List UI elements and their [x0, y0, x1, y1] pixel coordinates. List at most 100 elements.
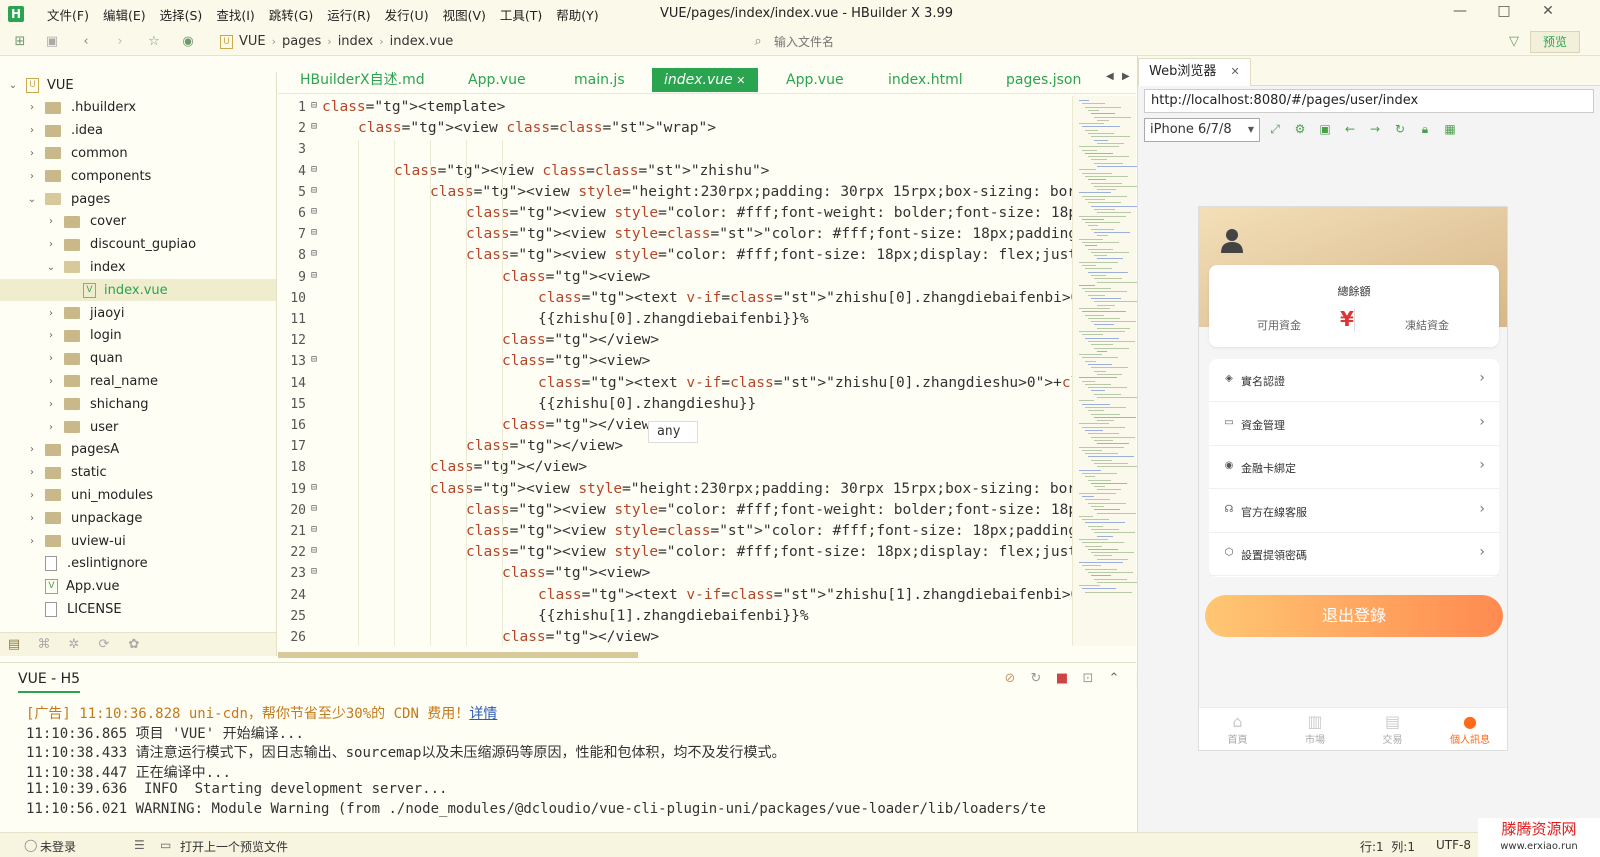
run-icon[interactable]: ◉ [180, 34, 196, 50]
logout-button[interactable]: 退出登錄 [1205, 595, 1503, 637]
breadcrumb-item[interactable]: index.vue [390, 34, 454, 49]
filter-icon[interactable]: ▽ [1506, 34, 1522, 50]
bug-icon[interactable]: ✲ [66, 637, 82, 653]
menu-item[interactable]: 编辑(E) [96, 5, 153, 24]
fold-toggle-icon[interactable]: ⊟ [311, 354, 317, 365]
breadcrumb-item[interactable]: VUE [239, 34, 266, 49]
tree-item[interactable]: › common [0, 142, 276, 164]
code-line[interactable]: class="tg"><view style=class="st">"color… [322, 226, 1072, 242]
code-line[interactable]: class="tg"><view style="color: #fff;font… [322, 205, 1072, 221]
code-line[interactable]: class="tg"><view style=class="st">"color… [322, 523, 1072, 539]
code-line[interactable]: class="tg"><view> [322, 565, 650, 581]
terminate-icon[interactable]: ■ [1054, 671, 1070, 687]
fold-toggle-icon[interactable]: ⊟ [311, 121, 317, 132]
reload-icon[interactable]: ↻ [1393, 122, 1407, 136]
close-tab-icon[interactable]: ✕ [733, 74, 745, 87]
bottom-tab[interactable]: ▥ 市場 [1277, 712, 1354, 746]
minimize-button[interactable]: — [1440, 3, 1480, 25]
code-line[interactable]: class="tg"><text v-if=class="st">"zhishu… [322, 587, 1072, 603]
tree-item[interactable]: LICENSE [0, 598, 276, 620]
menu-item[interactable]: 帮助(Y) [549, 5, 605, 24]
code-line[interactable]: class="tg"><text v-if=class="st">"zhishu… [322, 290, 1072, 306]
settings-menu-item[interactable]: ◈ 實名認證 › [1209, 359, 1499, 402]
tree-item[interactable]: › unpackage [0, 507, 276, 529]
close-tab-icon[interactable]: ✕ [1230, 65, 1239, 78]
fold-toggle-icon[interactable]: ⊟ [311, 227, 317, 238]
file-search-input[interactable] [748, 33, 1488, 51]
plugin-icon[interactable]: ✿ [126, 637, 142, 653]
fold-toggle-icon[interactable]: ⊟ [311, 524, 317, 535]
tree-item[interactable]: › components [0, 165, 276, 187]
code-editor[interactable]: 1 ⊟ class="tg"><template> 2 ⊟ class="tg"><vie… [278, 96, 1072, 646]
tab-scroll-left-icon[interactable]: ◀ [1106, 71, 1114, 82]
fold-toggle-icon[interactable]: ⊟ [311, 100, 317, 111]
stop-icon[interactable]: ⊘ [1002, 671, 1018, 687]
tree-item[interactable]: › jiaoyi [0, 302, 276, 324]
device-select[interactable]: iPhone 6/7/8 ▼ [1144, 118, 1260, 142]
tree-item[interactable]: › uview-ui [0, 530, 276, 552]
star-icon[interactable]: ☆ [146, 34, 162, 50]
code-line[interactable]: class="tg"><view style="color: #fff;font… [322, 544, 1072, 560]
code-line[interactable]: {{zhishu[0].zhangdieshu}} [322, 396, 756, 412]
rotate-icon[interactable]: ⤢ [1268, 122, 1282, 136]
editor-tab[interactable]: pages.json [994, 68, 1093, 92]
forward-arrow-icon[interactable]: › [112, 34, 128, 50]
code-line[interactable]: class="tg"><view style="color: #fff;font… [322, 247, 1072, 263]
binoculars-icon[interactable]: ⌘ [36, 637, 52, 653]
editor-tab[interactable]: HBuilderX自述.md [288, 68, 437, 92]
code-line[interactable]: class="tg"></view> [322, 438, 623, 454]
code-line[interactable]: class="tg"><view style="color: #fff;font… [322, 502, 1072, 518]
editor-tab[interactable]: index.html [876, 68, 975, 92]
editor-tab[interactable]: App.vue [456, 68, 538, 92]
bottom-tab[interactable]: ▤ 交易 [1354, 712, 1431, 746]
tree-item[interactable]: ⌄ pages [0, 188, 276, 210]
tree-item[interactable]: › real_name [0, 370, 276, 392]
bottom-tab[interactable]: ● 個人訊息 [1432, 712, 1508, 746]
fold-toggle-icon[interactable]: ⊟ [311, 206, 317, 217]
tab-scroll-right-icon[interactable]: ▶ [1122, 71, 1130, 82]
tree-item[interactable]: › shichang [0, 393, 276, 415]
fold-toggle-icon[interactable]: ⊟ [311, 270, 317, 281]
editor-tab[interactable]: index.vue ✕ [652, 68, 758, 92]
tree-item[interactable]: › discount_gupiao [0, 234, 276, 256]
editor-tab[interactable]: main.js [562, 68, 637, 92]
editor-tab[interactable]: App.vue [774, 68, 856, 92]
code-line[interactable]: class="tg"><template> [322, 99, 505, 115]
explorer-icon[interactable]: ▤ [6, 637, 22, 653]
fold-toggle-icon[interactable]: ⊟ [311, 164, 317, 175]
tree-item[interactable]: › pagesA [0, 439, 276, 461]
menu-item[interactable]: 运行(R) [320, 5, 377, 24]
settings-menu-item[interactable]: ◉ 金融卡綁定 › [1209, 446, 1499, 490]
console-icon[interactable]: ▣ [1318, 122, 1332, 136]
tree-item[interactable]: V App.vue [0, 576, 276, 598]
fold-toggle-icon[interactable]: ⊟ [311, 185, 317, 196]
fold-toggle-icon[interactable]: ⊟ [311, 503, 317, 514]
close-window-button[interactable]: ✕ [1528, 3, 1568, 25]
bottom-tab[interactable]: ⌂ 首頁 [1199, 712, 1276, 746]
tree-item[interactable]: › login [0, 325, 276, 347]
git-icon[interactable]: ⟳ [96, 637, 112, 653]
tree-item[interactable]: › cover [0, 211, 276, 233]
console-tab[interactable]: VUE - H5 [18, 671, 81, 693]
tree-item[interactable]: › uni_modules [0, 484, 276, 506]
browser-url-input[interactable]: http://localhost:8080/#/pages/user/index [1144, 89, 1594, 113]
settings-icon[interactable]: ⚙ [1293, 122, 1307, 136]
menu-item[interactable]: 工具(T) [493, 5, 549, 24]
settings-menu-item[interactable]: ▭ 資金管理 › [1209, 403, 1499, 446]
tree-item[interactable]: › .hbuilderx [0, 97, 276, 119]
menu-item[interactable]: 发行(U) [378, 5, 436, 24]
tree-item[interactable]: › user [0, 416, 276, 438]
status-hint[interactable]: 打开上一个预览文件 [180, 838, 288, 855]
back-icon[interactable]: ← [1343, 122, 1357, 136]
settings-menu-item[interactable]: ☊ 官方在線客服 › [1209, 490, 1499, 533]
new-file-icon[interactable]: ⊞ [12, 34, 28, 50]
fold-toggle-icon[interactable]: ⊟ [311, 482, 317, 493]
code-line[interactable]: class="tg"><view style="height:230rpx;pa… [322, 184, 1072, 200]
code-line[interactable]: class="tg"><view> [322, 269, 650, 285]
breadcrumb-item[interactable]: pages [282, 34, 321, 49]
login-status[interactable]: 未登录 [40, 838, 76, 855]
menu-item[interactable]: 选择(S) [153, 5, 210, 24]
fold-toggle-icon[interactable]: ⊟ [311, 566, 317, 577]
tree-item[interactable]: .eslintignore [0, 553, 276, 575]
tree-item[interactable]: › quan [0, 348, 276, 370]
